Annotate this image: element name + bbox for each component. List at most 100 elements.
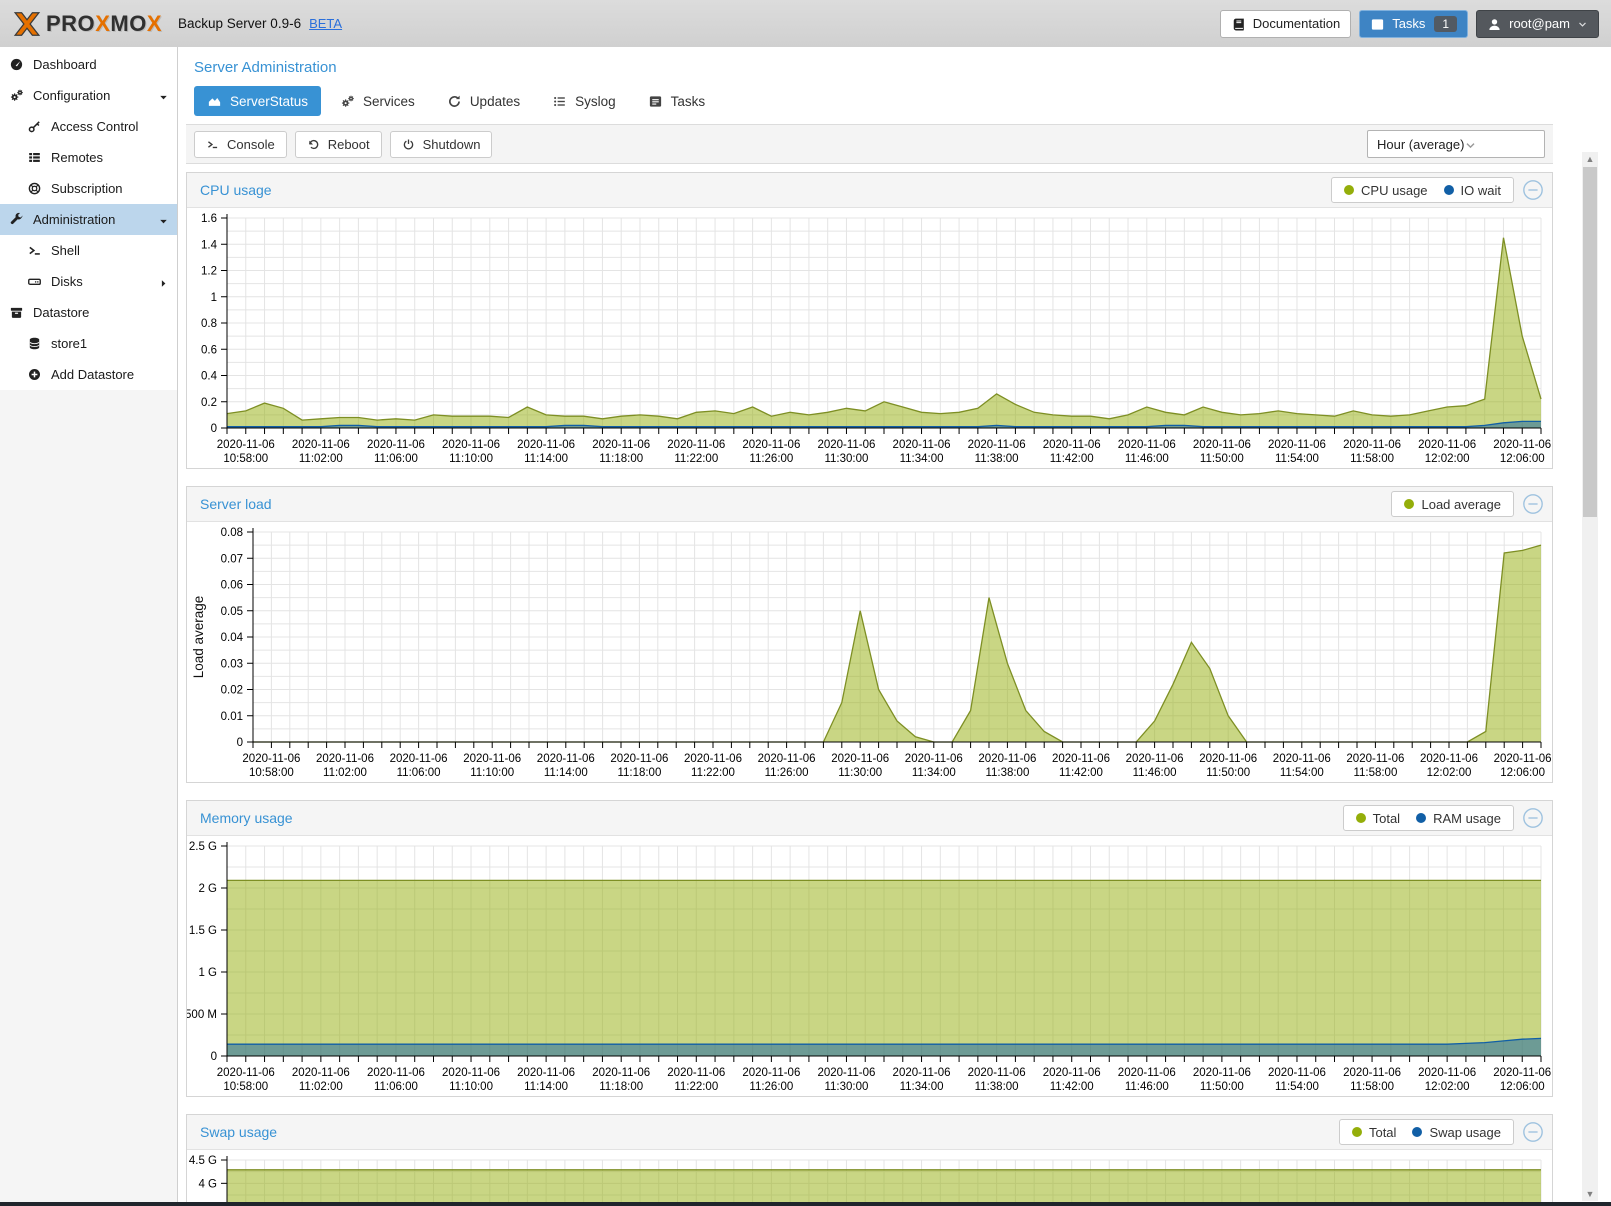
tab-updates[interactable]: Updates bbox=[434, 86, 533, 116]
svg-text:11:46:00: 11:46:00 bbox=[1125, 453, 1169, 465]
panel-title: Memory usage bbox=[195, 810, 293, 826]
time-range-select[interactable]: Hour (average) bbox=[1367, 130, 1545, 158]
svg-text:2020-11-06: 2020-11-06 bbox=[1193, 1067, 1251, 1079]
svg-text:2020-11-06: 2020-11-06 bbox=[1343, 1067, 1401, 1079]
legend-label: Total bbox=[1373, 811, 1400, 826]
sidebar-item-remotes[interactable]: Remotes bbox=[0, 142, 177, 173]
sidebar-item-datastore[interactable]: Datastore bbox=[0, 297, 177, 328]
legend-item[interactable]: Total bbox=[1356, 811, 1400, 826]
chart-legend: CPU usage IO wait bbox=[1331, 177, 1514, 203]
scrollbar-thumb[interactable] bbox=[1583, 167, 1597, 517]
svg-text:11:50:00: 11:50:00 bbox=[1200, 453, 1244, 465]
sidebar-item-administration[interactable]: Administration bbox=[0, 204, 177, 235]
svg-text:11:42:00: 11:42:00 bbox=[1050, 453, 1094, 465]
shutdown-button[interactable]: Shutdown bbox=[390, 131, 493, 158]
console-button[interactable]: Console bbox=[194, 131, 287, 158]
svg-text:11:14:00: 11:14:00 bbox=[524, 1081, 568, 1093]
key-icon bbox=[27, 119, 42, 134]
legend-item[interactable]: Swap usage bbox=[1412, 1125, 1501, 1140]
svg-text:12:06:00: 12:06:00 bbox=[1500, 1081, 1545, 1093]
svg-text:11:54:00: 11:54:00 bbox=[1275, 453, 1319, 465]
tasks-button[interactable]: Tasks 1 bbox=[1359, 10, 1468, 38]
svg-text:2020-11-06: 2020-11-06 bbox=[1494, 753, 1551, 765]
svg-text:2020-11-06: 2020-11-06 bbox=[831, 753, 889, 765]
svg-text:2020-11-06: 2020-11-06 bbox=[1043, 439, 1101, 451]
svg-text:2 G: 2 G bbox=[198, 883, 217, 895]
svg-text:11:46:00: 11:46:00 bbox=[1125, 1081, 1169, 1093]
toolbar: Console Reboot Shutdown Hour (average) bbox=[186, 124, 1553, 164]
sidebar-item-add-datastore[interactable]: Add Datastore bbox=[0, 359, 177, 390]
legend-item[interactable]: CPU usage bbox=[1344, 183, 1427, 198]
tab-services[interactable]: Services bbox=[327, 86, 428, 116]
terminal-icon bbox=[206, 138, 219, 151]
documentation-button[interactable]: Documentation bbox=[1220, 10, 1351, 38]
scroll-down-arrow[interactable]: ▼ bbox=[1582, 1187, 1598, 1201]
svg-text:0.03: 0.03 bbox=[221, 658, 243, 670]
legend-label: CPU usage bbox=[1361, 183, 1427, 198]
legend-item[interactable]: Total bbox=[1352, 1125, 1396, 1140]
svg-text:11:02:00: 11:02:00 bbox=[299, 1081, 343, 1093]
panel-title: Swap usage bbox=[195, 1124, 277, 1140]
button-label: Reboot bbox=[328, 137, 370, 152]
tab-label: Syslog bbox=[575, 94, 616, 109]
memory-usage-chart: 0500 M1 G1.5 G2 G2.5 G2020-11-0610:58:00… bbox=[187, 836, 1551, 1096]
collapse-panel-button[interactable] bbox=[1522, 807, 1544, 829]
sidebar-item-store1[interactable]: store1 bbox=[0, 328, 177, 359]
sidebar-item-dashboard[interactable]: Dashboard bbox=[0, 49, 177, 80]
svg-text:2020-11-06: 2020-11-06 bbox=[1043, 1067, 1101, 1079]
svg-text:2020-11-06: 2020-11-06 bbox=[316, 753, 374, 765]
svg-text:2020-11-06: 2020-11-06 bbox=[1418, 439, 1476, 451]
svg-text:0.6: 0.6 bbox=[201, 344, 217, 356]
svg-text:11:06:00: 11:06:00 bbox=[374, 1081, 418, 1093]
terminal-icon bbox=[27, 243, 42, 258]
tab-label: Updates bbox=[470, 94, 520, 109]
sidebar-item-access-control[interactable]: Access Control bbox=[0, 111, 177, 142]
svg-text:0: 0 bbox=[211, 1051, 217, 1063]
collapse-panel-button[interactable] bbox=[1522, 1121, 1544, 1143]
svg-text:0.8: 0.8 bbox=[201, 318, 217, 330]
legend-item[interactable]: IO wait bbox=[1444, 183, 1501, 198]
legend-label: IO wait bbox=[1461, 183, 1501, 198]
legend-item[interactable]: Load average bbox=[1404, 497, 1501, 512]
scroll-up-arrow[interactable]: ▲ bbox=[1582, 152, 1598, 166]
header-buttons: Documentation Tasks 1 root@pam bbox=[1220, 10, 1599, 38]
svg-text:500 M: 500 M bbox=[187, 1009, 217, 1021]
tab-serverstatus[interactable]: ServerStatus bbox=[194, 86, 321, 116]
chart-legend: Total RAM usage bbox=[1343, 805, 1514, 831]
svg-text:0.07: 0.07 bbox=[221, 553, 243, 565]
beta-link[interactable]: BETA bbox=[309, 16, 342, 31]
svg-text:2020-11-06: 2020-11-06 bbox=[367, 1067, 425, 1079]
collapse-panel-button[interactable] bbox=[1522, 179, 1544, 201]
svg-text:2020-11-06: 2020-11-06 bbox=[1268, 439, 1326, 451]
chart-legend: Load average bbox=[1391, 491, 1514, 517]
caret-down-icon bbox=[157, 89, 170, 102]
svg-text:2.5 G: 2.5 G bbox=[189, 841, 217, 853]
svg-text:2020-11-06: 2020-11-06 bbox=[684, 753, 742, 765]
sidebar-item-subscription[interactable]: Subscription bbox=[0, 173, 177, 204]
tab-tasks[interactable]: Tasks bbox=[635, 86, 719, 116]
legend-item[interactable]: RAM usage bbox=[1416, 811, 1501, 826]
bottom-edge-strip bbox=[0, 1202, 1611, 1206]
svg-text:12:06:00: 12:06:00 bbox=[1500, 453, 1545, 465]
svg-text:11:50:00: 11:50:00 bbox=[1200, 1081, 1244, 1093]
user-menu-button[interactable]: root@pam bbox=[1476, 10, 1599, 38]
legend-label: Swap usage bbox=[1429, 1125, 1501, 1140]
cpu-usage-chart: 00.20.40.60.811.21.41.62020-11-0610:58:0… bbox=[187, 208, 1551, 468]
svg-text:0.4: 0.4 bbox=[201, 371, 218, 383]
sidebar-item-shell[interactable]: Shell bbox=[0, 235, 177, 266]
tab-syslog[interactable]: Syslog bbox=[539, 86, 629, 116]
sidebar-item-configuration[interactable]: Configuration bbox=[0, 80, 177, 111]
svg-text:11:38:00: 11:38:00 bbox=[975, 453, 1019, 465]
svg-text:11:26:00: 11:26:00 bbox=[749, 453, 793, 465]
collapse-panel-button[interactable] bbox=[1522, 493, 1544, 515]
chart-area-icon bbox=[207, 94, 222, 109]
vertical-scrollbar[interactable]: ▲ ▼ bbox=[1582, 152, 1598, 1201]
caret-down-icon bbox=[157, 213, 170, 226]
svg-text:12:06:00: 12:06:00 bbox=[1500, 767, 1545, 779]
reboot-button[interactable]: Reboot bbox=[295, 131, 382, 158]
charts-container: CPU usageCPU usageIO wait00.20.40.60.811… bbox=[186, 164, 1611, 1206]
sidebar-item-disks[interactable]: Disks bbox=[0, 266, 177, 297]
legend-dot bbox=[1404, 499, 1414, 509]
svg-text:2020-11-06: 2020-11-06 bbox=[1273, 753, 1331, 765]
svg-text:11:14:00: 11:14:00 bbox=[524, 453, 568, 465]
